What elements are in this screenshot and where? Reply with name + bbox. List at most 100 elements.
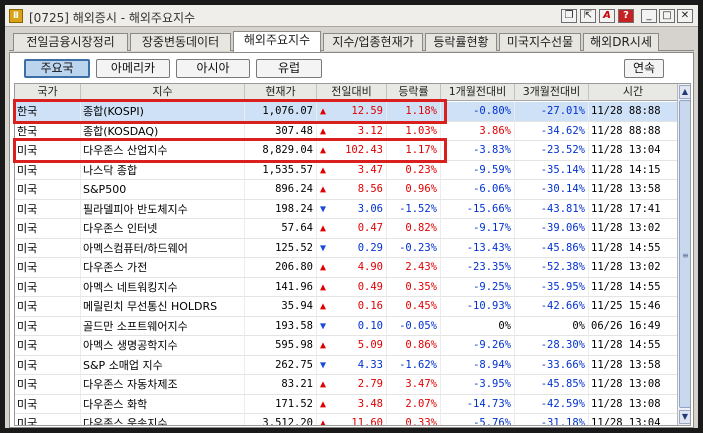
cell-time: 11/28 17:41 [591, 202, 661, 215]
table-row[interactable]: 미국 다우존스 산업지수 8,829.04 ▲ 102.43 1.17% -3.83% -23… [15, 141, 677, 161]
table-row[interactable]: 미국 아멕스컴퓨터/하드웨어 125.52 ▼ 0.29 -0.23% -13.43% -45… [15, 238, 677, 258]
cell-1m: -14.73% [441, 394, 515, 414]
cell-index: S&P500 [81, 180, 245, 199]
table-row[interactable]: 미국 다우존스 가전 206.80 ▲ 4.90 2.43% -23.35% -52.38% 1… [15, 258, 677, 278]
tab-foreign-dr[interactable]: 해외DR시세 [583, 33, 659, 51]
up-arrow-icon: ▲ [320, 223, 327, 234]
change-value: 3.47 [357, 163, 383, 176]
up-arrow-icon: ▲ [320, 145, 327, 156]
region-americas-button[interactable]: 아메리카 [96, 59, 170, 78]
cell-3m: -33.66% [515, 355, 589, 375]
tab-bar: 전일금융시장정리 장중변동데이터 해외주요지수 지수/업종현재가 등락률현황 미… [9, 31, 694, 52]
cell-current: 3,512.20 [245, 414, 317, 425]
header-current[interactable]: 현재가 [245, 84, 317, 101]
header-change[interactable]: 전일대비 [317, 84, 387, 101]
cell-change: ▲ 0.16 [317, 297, 387, 316]
cell-time: 11/28 13:58 [591, 358, 661, 371]
cell-1m: -9.17% [441, 219, 515, 238]
cell-index: 메릴린치 무선통신 HOLDRS [81, 297, 245, 316]
cell-time: 11/28 14:15 [591, 163, 661, 176]
cell-index: 골드만 소프트웨어지수 [81, 316, 245, 336]
font-icon[interactable]: A [599, 9, 615, 23]
window-title: [0725] 해외증시 - 해외주요지수 [29, 11, 196, 25]
table-row[interactable]: 미국 다우존스 화학 171.52 ▲ 3.48 2.07% -14.73% -42.59% 1… [15, 394, 677, 414]
header-3m[interactable]: 3개월전대비 [515, 84, 589, 101]
tab-us-futures[interactable]: 미국지수선물 [499, 33, 581, 51]
cell-1m: -9.25% [441, 277, 515, 297]
cell-current: 8,829.04 [245, 141, 317, 160]
restore-view-icon[interactable]: ❐ [561, 9, 577, 23]
cell-1m: -13.43% [441, 238, 515, 258]
cell-index: S&P 소매업 지수 [81, 355, 245, 375]
region-asia-button[interactable]: 아시아 [176, 59, 250, 78]
help-icon[interactable]: ? [618, 9, 634, 23]
scroll-thumb[interactable]: ≡ [679, 100, 690, 408]
cell-3m: -45.86% [515, 238, 589, 258]
maximize-button[interactable]: □ [659, 9, 675, 23]
table-header: 국가 지수 현재가 전일대비 등락률 1개월전대비 3개월전대비 시간 [15, 84, 677, 101]
table-row[interactable]: 한국 종합(KOSDAQ) 307.48 ▲ 3.12 1.03% 3.86% -34.62%… [15, 121, 677, 141]
change-value: 11.60 [351, 417, 383, 426]
cell-current: 171.52 [245, 394, 317, 414]
scroll-down-icon[interactable]: ▼ [679, 410, 690, 424]
tab-market-summary[interactable]: 전일금융시장정리 [13, 33, 128, 51]
table-row[interactable]: 한국 종합(KOSPI) 1,076.07 ▲ 12.59 1.18% -0.80% -27.… [15, 102, 677, 122]
cell-1m: -3.95% [441, 375, 515, 394]
cell-rate: 0.35% [387, 277, 441, 297]
cell-country: 미국 [15, 277, 81, 297]
cell-3m: 0% [515, 316, 589, 336]
cell-time: 11/25 15:46 [591, 300, 661, 312]
cell-index: 다우존스 가전 [81, 258, 245, 277]
cell-index: 다우존스 산업지수 [81, 141, 245, 160]
cell-change: ▲ 3.48 [317, 394, 387, 414]
cell-country: 미국 [15, 394, 81, 414]
header-country[interactable]: 국가 [15, 84, 81, 101]
table-row[interactable]: 미국 다우존스 운송지수 3,512.20 ▲ 11.60 0.33% -5.76% -31.… [15, 414, 677, 426]
scroll-up-icon[interactable]: ▲ [679, 85, 690, 99]
region-major-button[interactable]: 주요국 [24, 59, 90, 78]
continuous-button[interactable]: 연속 [624, 59, 664, 78]
region-europe-button[interactable]: 유럽 [256, 59, 322, 78]
cell-rate: 1.03% [387, 121, 441, 141]
table-row[interactable]: 미국 메릴린치 무선통신 HOLDRS 35.94 ▲ 0.16 0.45% -10.93%… [15, 297, 677, 317]
vertical-scrollbar[interactable]: ▲ ≡ ▼ [677, 84, 690, 425]
cell-rate: 1.18% [387, 102, 441, 121]
tab-change-rate[interactable]: 등락률현황 [425, 33, 497, 51]
close-button[interactable]: ✕ [677, 9, 693, 23]
cell-current: 307.48 [245, 121, 317, 141]
table-row[interactable]: 미국 아멕스 생명공학지수 595.98 ▲ 5.09 0.86% -9.26% -28.30… [15, 336, 677, 356]
tab-intraday-data[interactable]: 장중변동데이터 [130, 33, 231, 51]
table-row[interactable]: 미국 골드만 소프트웨어지수 193.58 ▼ 0.10 -0.05% 0% 0% 06/26 … [15, 316, 677, 336]
cell-3m: -23.52% [515, 141, 589, 160]
tab-major-indices[interactable]: 해외주요지수 [233, 31, 321, 52]
cell-country: 미국 [15, 141, 81, 160]
header-1m[interactable]: 1개월전대비 [441, 84, 515, 101]
cell-current: 57.64 [245, 219, 317, 238]
cell-country: 미국 [15, 336, 81, 355]
cell-change: ▲ 3.12 [317, 121, 387, 141]
header-index[interactable]: 지수 [81, 84, 245, 101]
cell-country: 미국 [15, 355, 81, 375]
header-time[interactable]: 시간 [589, 84, 677, 101]
table-row[interactable]: 미국 다우존스 인터넷 57.64 ▲ 0.47 0.82% -9.17% -39.06% 11… [15, 219, 677, 239]
cell-change: ▲ 12.59 [317, 102, 387, 121]
cell-rate: -0.23% [387, 238, 441, 258]
table-row[interactable]: 미국 나스닥 종합 1,535.57 ▲ 3.47 0.23% -9.59% -35.14% 1… [15, 160, 677, 180]
table-row[interactable]: 미국 다우존스 자동차제조 83.21 ▲ 2.79 3.47% -3.95% -45.85%… [15, 375, 677, 395]
table-row[interactable]: 미국 S&P500 896.24 ▲ 8.56 0.96% -6.06% -30.14% 11/… [15, 180, 677, 200]
pin-icon[interactable]: ⇱ [580, 9, 596, 23]
cell-1m: -8.94% [441, 355, 515, 375]
minimize-button[interactable]: _ [641, 9, 657, 23]
title-bar[interactable]: Ⅱ [0725] 해외증시 - 해외주요지수 ❐ ⇱ A ? _ □ ✕ [5, 5, 698, 27]
cell-country: 미국 [15, 199, 81, 219]
up-arrow-icon: ▲ [320, 106, 327, 117]
header-rate[interactable]: 등락률 [387, 84, 441, 101]
change-value: 4.33 [357, 358, 383, 371]
table-row[interactable]: 미국 S&P 소매업 지수 262.75 ▼ 4.33 -1.62% -8.94% -33.6… [15, 355, 677, 375]
tab-index-sector-price[interactable]: 지수/업종현재가 [323, 33, 423, 51]
up-arrow-icon: ▲ [320, 184, 327, 195]
table-row[interactable]: 미국 아멕스 네트워킹지수 141.96 ▲ 0.49 0.35% -9.25% -35.95… [15, 277, 677, 297]
table-row[interactable]: 미국 필라델피아 반도체지수 198.24 ▼ 3.06 -1.52% -15.66% -43… [15, 199, 677, 219]
change-value: 0.47 [357, 222, 383, 234]
app-icon: Ⅱ [9, 9, 23, 23]
